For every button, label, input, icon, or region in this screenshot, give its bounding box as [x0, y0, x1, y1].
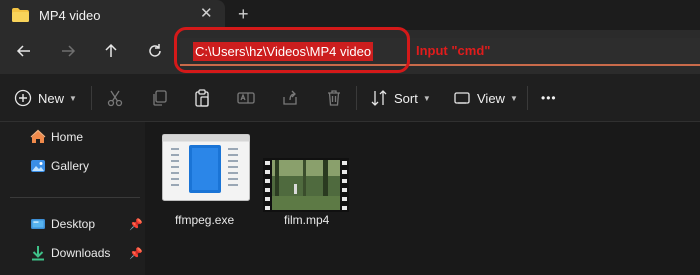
arrow-left-icon	[16, 45, 30, 57]
forward-button[interactable]	[58, 41, 78, 61]
rename-button[interactable]	[237, 88, 255, 108]
download-icon	[32, 246, 44, 261]
back-button[interactable]	[14, 41, 34, 61]
sidebar-item-downloads[interactable]: Downloads 📌	[0, 241, 145, 265]
gallery-icon	[31, 160, 45, 172]
delete-button[interactable]	[325, 88, 343, 108]
share-icon	[283, 90, 297, 105]
rename-icon	[237, 92, 255, 104]
sort-button[interactable]: Sort ▼	[370, 88, 431, 108]
pin-icon[interactable]: 📌	[129, 247, 143, 260]
paste-button[interactable]	[193, 88, 211, 108]
new-label: New	[38, 90, 65, 106]
tab-mp4-video[interactable]: MP4 video ✕	[0, 0, 225, 30]
cut-icon	[107, 90, 123, 107]
sort-icon	[371, 90, 387, 106]
up-button[interactable]	[101, 41, 121, 61]
sidebar-item-label: Gallery	[51, 159, 90, 173]
delete-icon	[328, 90, 340, 106]
more-icon: •••	[541, 91, 557, 105]
paste-icon	[195, 89, 209, 107]
new-plus-icon	[14, 89, 32, 107]
chevron-down-icon: ▼	[509, 93, 518, 103]
file-list: ffmpeg.exe film.mp4	[145, 122, 700, 275]
pin-icon[interactable]: 📌	[129, 218, 143, 231]
sidebar-item-desktop[interactable]: Desktop 📌	[0, 212, 145, 236]
refresh-icon	[149, 44, 161, 57]
folder-icon	[12, 8, 29, 22]
divider	[356, 86, 357, 110]
command-bar: New ▼ Sort ▼ View ▼ •••	[0, 74, 700, 122]
navigation-pane: Home Gallery Desktop 📌 Downloads 📌	[0, 122, 145, 275]
view-label: View	[477, 90, 505, 106]
file-item-ffmpeg[interactable]: ffmpeg.exe	[162, 134, 252, 244]
annotation-text: Input "cmd"	[416, 43, 491, 58]
refresh-button[interactable]	[145, 41, 165, 61]
tab-title: MP4 video	[39, 8, 101, 23]
close-icon[interactable]: ✕	[200, 6, 213, 22]
desktop-icon	[31, 219, 45, 229]
arrow-right-icon	[62, 45, 76, 57]
sidebar-item-label: Desktop	[51, 217, 96, 231]
sidebar-item-label: Home	[51, 130, 84, 144]
view-button[interactable]: View ▼	[453, 88, 518, 108]
divider	[527, 86, 528, 110]
sidebar-divider	[10, 197, 140, 198]
annotation-highlight-ring	[174, 27, 410, 73]
exe-file-icon	[162, 134, 250, 201]
video-thumbnail	[263, 158, 349, 212]
new-button[interactable]: New ▼	[14, 88, 77, 108]
copy-button[interactable]	[150, 88, 168, 108]
more-options-button[interactable]: •••	[541, 88, 557, 108]
file-item-film[interactable]: film.mp4	[263, 134, 353, 244]
sidebar-item-gallery[interactable]: Gallery	[0, 154, 145, 178]
plus-icon[interactable]: +	[238, 4, 249, 24]
view-icon	[454, 92, 470, 104]
tab-strip: MP4 video ✕ +	[0, 0, 700, 30]
home-icon	[30, 129, 46, 143]
copy-icon	[153, 90, 167, 106]
sort-label: Sort	[394, 90, 418, 106]
cut-button[interactable]	[106, 88, 124, 108]
share-button[interactable]	[281, 88, 299, 108]
chevron-down-icon: ▼	[69, 93, 77, 103]
sidebar-item-label: Downloads	[51, 246, 111, 260]
sidebar-item-home[interactable]: Home	[0, 125, 145, 149]
file-name: film.mp4	[284, 213, 330, 227]
arrow-up-icon	[105, 43, 117, 57]
file-name: ffmpeg.exe	[175, 213, 235, 227]
chevron-down-icon: ▼	[422, 93, 431, 103]
divider	[91, 86, 92, 110]
